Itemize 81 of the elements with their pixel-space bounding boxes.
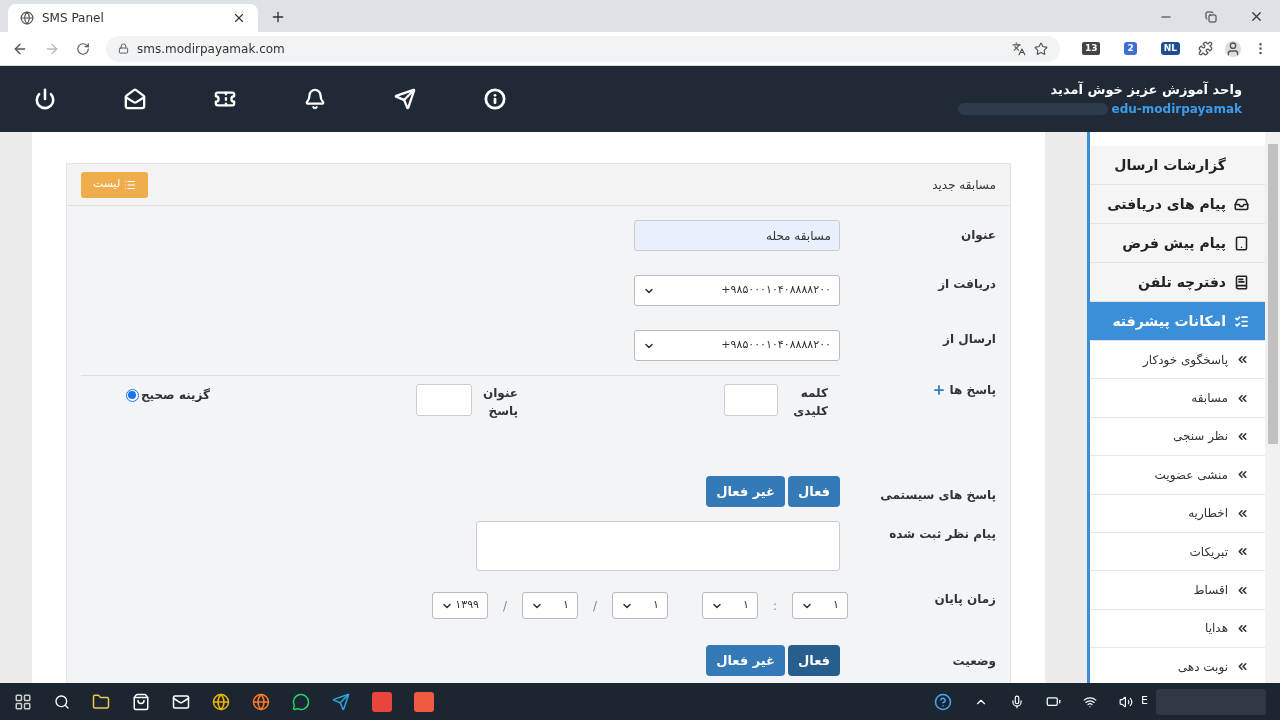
field-label: عنوان [961,228,996,242]
toggle-button[interactable]: غیر فعال [706,476,785,507]
chat-bubble-icon[interactable] [292,692,310,711]
browser-tab[interactable]: SMS Panel [8,4,258,32]
menu-item-icon [1234,196,1249,212]
globe-icon [20,11,34,25]
app-tile-icon[interactable] [414,691,434,712]
list-icon [124,178,137,191]
battery-icon[interactable] [1046,694,1062,709]
answer-title-input[interactable] [416,384,472,416]
microphone-icon[interactable] [1010,694,1025,709]
sidebar-item[interactable]: دفترچه تلفن [1090,263,1265,302]
translate-icon[interactable] [1011,41,1026,56]
add-icon[interactable] [931,383,946,397]
sidebar-item[interactable]: پیام های دریافتی [1090,185,1265,224]
field-label: پاسخ های سیستمی [880,488,996,502]
keyword-input[interactable] [724,384,778,416]
number-select[interactable]: +۹۸۵۰۰۰۱۰۴۰۸۸۸۸۲۰۰ [634,330,840,361]
field-label: عنوان پاسخ [482,385,518,420]
toggle-button[interactable]: فعال [788,645,840,676]
profile-avatar-icon[interactable] [1225,40,1241,57]
close-window-icon[interactable] [1249,9,1264,24]
address-field[interactable]: sms.modirpayamak.com [106,35,1060,62]
help-icon[interactable] [934,692,953,711]
lock-icon [118,43,129,54]
field-label: وضعیت [952,654,996,668]
extension-badge[interactable]: 13 [1081,41,1101,56]
time-select[interactable]: ۱ [612,592,668,619]
toggle-button[interactable]: فعال [788,476,840,507]
browser-icon[interactable] [212,692,230,711]
time-select[interactable]: ۱ [792,592,848,619]
bell-icon[interactable] [304,88,326,110]
radio-button[interactable] [125,388,139,402]
separator-text: : [771,597,778,615]
welcome-text: واحد آموزش عزیز خوش آمدید [1050,80,1242,100]
menu-item-icon [1234,235,1249,251]
sidebar-item[interactable]: گزارشات ارسال [1090,146,1265,185]
windows-start-icon[interactable] [14,692,32,711]
title-input[interactable]: مسابقه محله [634,220,840,251]
extension-badge[interactable]: NL [1160,41,1180,56]
speaker-icon[interactable] [1119,694,1134,709]
extensions-icon[interactable] [1198,41,1213,56]
time-select[interactable]: ۱ [702,592,758,619]
wifi-icon[interactable] [1083,694,1098,709]
field-label: کلمه کلیدی [792,385,828,420]
url-text: sms.modirpayamak.com [137,40,286,58]
time-select[interactable]: ۱۳۹۹ [432,592,488,619]
language-indicator[interactable]: E [1141,693,1148,710]
globe-icon[interactable] [252,692,270,711]
menu-item-icon [1234,313,1249,329]
search-icon[interactable] [54,693,70,710]
new-tab-icon[interactable] [270,9,286,25]
reload-icon[interactable] [76,41,90,56]
separator-text: / [591,597,598,615]
username-text: edu-modirpayamak [1111,100,1242,118]
open-envelope-icon[interactable] [124,88,146,110]
folder-icon[interactable] [92,692,110,711]
mail-icon[interactable] [172,692,190,711]
time-select[interactable]: ۱ [522,592,578,619]
ticket-icon[interactable] [214,88,236,110]
menu-item-icon [1234,274,1249,290]
field-label: ارسال از [943,332,996,346]
field-label: پاسخ ها [949,382,996,399]
card-title: مسابقه جدید [932,176,996,194]
field-label: پیام نظر ثبت شده [889,527,996,541]
tab-title: SMS Panel [42,10,105,27]
number-select[interactable]: +۹۸۵۰۰۰۱۰۴۰۸۸۸۸۲۰۰ [634,275,840,306]
toggle-button[interactable]: غیر فعال [706,645,785,676]
field-label: دریافت از [938,277,996,291]
separator-text: / [501,597,508,615]
field-label: گزینه صحیح [140,387,210,404]
info-icon[interactable] [484,88,506,110]
sidebar-item[interactable]: پیام پیش فرض [1090,224,1265,263]
app-tile-icon[interactable] [372,691,392,712]
store-icon[interactable] [132,692,150,711]
restore-icon[interactable] [1205,10,1217,23]
extension-badge[interactable]: 2 [1124,41,1137,56]
bookmark-star-icon[interactable] [1033,41,1048,56]
close-icon[interactable] [232,11,246,25]
field-label: زمان پایان [934,592,996,606]
power-icon[interactable] [34,88,56,110]
